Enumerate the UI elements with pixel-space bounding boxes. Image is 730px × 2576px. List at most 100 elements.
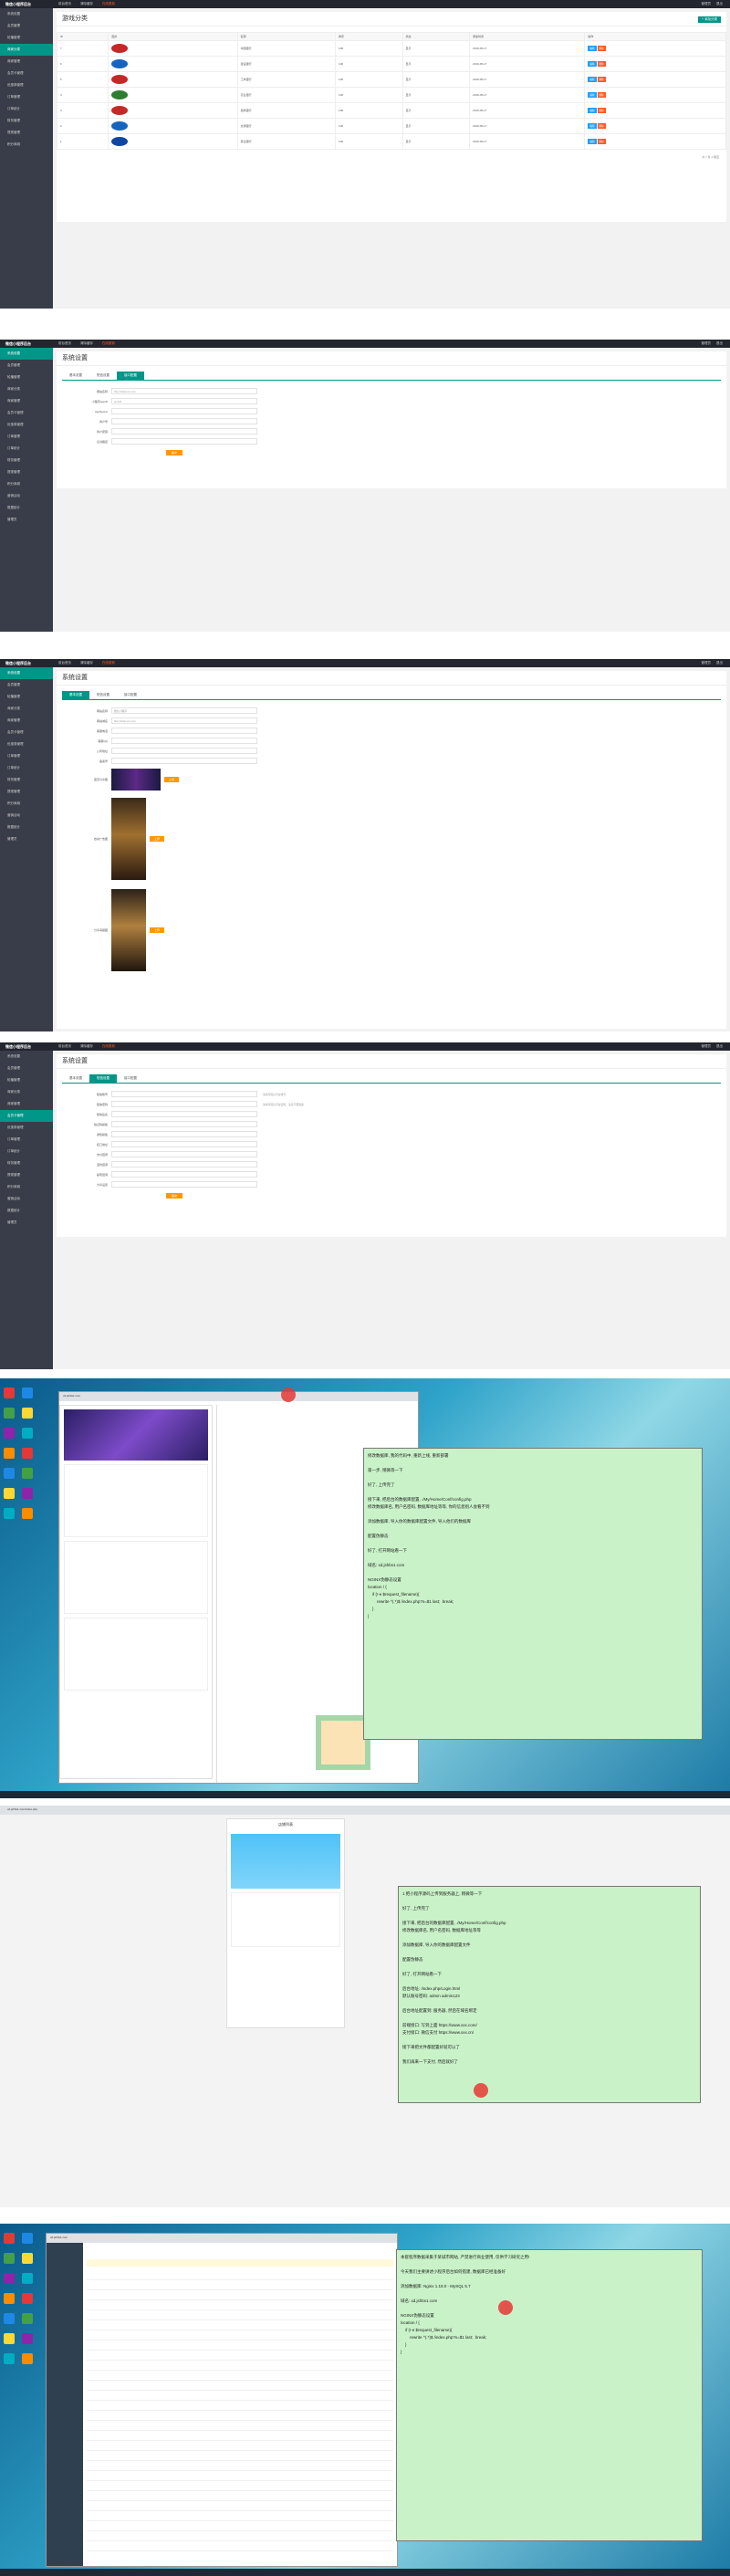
text-input[interactable] bbox=[111, 738, 257, 744]
sidebar-item[interactable]: 订单管理 bbox=[0, 1134, 53, 1146]
tab-sms[interactable]: 短信设置 bbox=[89, 372, 117, 380]
user-name[interactable]: 管理员 bbox=[702, 1044, 712, 1049]
desktop-app-icon[interactable] bbox=[4, 2313, 15, 2324]
text-input[interactable] bbox=[111, 1151, 257, 1157]
top-nav-cache[interactable]: 清除缓存 bbox=[80, 661, 93, 665]
tab-api[interactable]: 接口配置 bbox=[117, 372, 144, 380]
user-name[interactable]: 管理员 bbox=[702, 2, 712, 6]
sidebar-item[interactable]: 财务管理 bbox=[0, 115, 53, 127]
text-input[interactable] bbox=[111, 1141, 257, 1147]
sidebar-item[interactable]: 管理员 bbox=[0, 833, 53, 845]
sidebar-item[interactable]: 轮播管理 bbox=[0, 32, 53, 44]
desktop-app-icon[interactable] bbox=[22, 1448, 33, 1459]
text-input[interactable] bbox=[111, 1111, 257, 1117]
address-bar[interactable]: xd.jshbs1.com bbox=[47, 2234, 397, 2243]
tab-api[interactable]: 接口配置 bbox=[117, 1074, 144, 1083]
edit-button[interactable]: 编辑 bbox=[588, 123, 597, 129]
sidebar-item[interactable]: 订单管理 bbox=[0, 750, 53, 762]
edit-button[interactable]: 编辑 bbox=[588, 77, 597, 82]
desktop-app-icon[interactable] bbox=[22, 2293, 33, 2304]
text-input[interactable] bbox=[111, 758, 257, 764]
sidebar-item[interactable]: 优惠券管理 bbox=[0, 79, 53, 91]
desktop-app-icon[interactable] bbox=[4, 1488, 15, 1499]
delete-button[interactable]: 删除 bbox=[597, 77, 606, 82]
top-nav-cache[interactable]: 清除缓存 bbox=[80, 341, 93, 346]
text-input[interactable] bbox=[111, 1131, 257, 1137]
tab-sms[interactable]: 短信设置 bbox=[89, 1074, 117, 1083]
text-input[interactable] bbox=[111, 408, 257, 414]
desktop-app-icon[interactable] bbox=[4, 2273, 15, 2284]
desktop-app-icon[interactable] bbox=[22, 2253, 33, 2264]
desktop-app-icon[interactable] bbox=[4, 1468, 15, 1479]
desktop-app-icon[interactable] bbox=[22, 1468, 33, 1479]
sidebar-item-active[interactable]: 系统设置 bbox=[0, 667, 53, 679]
address-bar[interactable]: xd.jshbs1.com bbox=[59, 1392, 418, 1401]
desktop-app-icon[interactable] bbox=[22, 1387, 33, 1398]
user-name[interactable]: 管理员 bbox=[702, 341, 712, 346]
sidebar-item[interactable]: 数据统计 bbox=[0, 502, 53, 514]
tab-basic[interactable]: 基本设置 bbox=[62, 372, 89, 380]
sidebar-item[interactable]: 轮播管理 bbox=[0, 372, 53, 383]
upload-button[interactable]: 上传 bbox=[164, 777, 180, 782]
sidebar-item[interactable]: 会员卡管理 bbox=[0, 68, 53, 79]
edit-button[interactable]: 编辑 bbox=[588, 61, 597, 67]
submit-button[interactable]: 提交 bbox=[166, 1193, 183, 1199]
delete-button[interactable]: 删除 bbox=[597, 61, 606, 67]
desktop-app-icon[interactable] bbox=[22, 2353, 33, 2364]
desktop-app-icon[interactable] bbox=[22, 2313, 33, 2324]
sidebar-item[interactable]: 管理员 bbox=[0, 1217, 53, 1229]
sidebar-item[interactable]: 轮播管理 bbox=[0, 691, 53, 703]
logout-link[interactable]: 退出 bbox=[716, 341, 723, 346]
top-nav-update[interactable]: 在线更新 bbox=[102, 2, 115, 6]
logout-link[interactable]: 退出 bbox=[716, 1044, 723, 1049]
sidebar-item[interactable]: 会员管理 bbox=[0, 20, 53, 32]
sidebar-item[interactable]: 订单管理 bbox=[0, 431, 53, 443]
desktop-app-icon[interactable] bbox=[22, 2273, 33, 2284]
sidebar-item[interactable]: 会员管理 bbox=[0, 679, 53, 691]
text-input[interactable]: http://www.xxx.com bbox=[111, 388, 257, 394]
sidebar-item[interactable]: 数据统计 bbox=[0, 1205, 53, 1217]
sidebar-item[interactable]: 营销活动 bbox=[0, 810, 53, 822]
sidebar-item[interactable]: 系统设置 bbox=[0, 1051, 53, 1063]
tab-basic[interactable]: 基本设置 bbox=[62, 1074, 89, 1083]
top-nav-home[interactable]: 前台首页 bbox=[58, 661, 71, 665]
sidebar-item[interactable]: 商家分类 bbox=[0, 703, 53, 715]
sidebar-item[interactable]: 财务管理 bbox=[0, 455, 53, 466]
logout-link[interactable]: 退出 bbox=[716, 2, 723, 6]
sidebar-item[interactable]: 积分商城 bbox=[0, 1181, 53, 1193]
sidebar-item[interactable]: 商家管理 bbox=[0, 56, 53, 68]
delete-button[interactable]: 删除 bbox=[597, 123, 606, 129]
tab-api[interactable]: 接口配置 bbox=[117, 691, 144, 699]
sidebar-item[interactable]: 提现管理 bbox=[0, 1169, 53, 1181]
delete-button[interactable]: 删除 bbox=[597, 108, 606, 113]
top-nav-cache[interactable]: 清除缓存 bbox=[80, 2, 93, 6]
desktop-app-icon[interactable] bbox=[22, 1408, 33, 1419]
desktop-app-icon[interactable] bbox=[4, 1408, 15, 1419]
desktop-app-icon[interactable] bbox=[4, 2233, 15, 2244]
top-nav-update[interactable]: 在线更新 bbox=[102, 341, 115, 346]
desktop-app-icon[interactable] bbox=[22, 2333, 33, 2344]
desktop-app-icon[interactable] bbox=[4, 2353, 15, 2364]
sidebar-item[interactable]: 提现管理 bbox=[0, 466, 53, 478]
sidebar-item[interactable]: 系统设置 bbox=[0, 8, 53, 20]
sidebar-item[interactable]: 订单统计 bbox=[0, 762, 53, 774]
sidebar-item[interactable]: 订单统计 bbox=[0, 103, 53, 115]
pager[interactable]: 共 7 条 1 跳至 bbox=[57, 150, 726, 164]
upload-button[interactable]: 上传 bbox=[150, 836, 165, 842]
text-input[interactable] bbox=[111, 728, 257, 734]
top-nav-cache[interactable]: 清除缓存 bbox=[80, 1044, 93, 1049]
sidebar-item[interactable]: 会员管理 bbox=[0, 360, 53, 372]
edit-button[interactable]: 编辑 bbox=[588, 46, 597, 51]
desktop-app-icon[interactable] bbox=[22, 1428, 33, 1439]
text-input[interactable] bbox=[111, 1091, 257, 1097]
sidebar-item-active[interactable]: 商家分类 bbox=[0, 44, 53, 56]
text-input[interactable] bbox=[111, 438, 257, 445]
text-input[interactable]: wx123 bbox=[111, 398, 257, 404]
desktop-app-icon[interactable] bbox=[4, 1508, 15, 1519]
top-nav-home[interactable]: 前台首页 bbox=[58, 1044, 71, 1049]
text-input[interactable] bbox=[111, 428, 257, 435]
sidebar-item[interactable]: 提现管理 bbox=[0, 786, 53, 798]
sidebar-item[interactable]: 提现管理 bbox=[0, 127, 53, 139]
top-nav-home[interactable]: 前台首页 bbox=[58, 341, 71, 346]
tab-sms[interactable]: 短信设置 bbox=[89, 691, 117, 699]
